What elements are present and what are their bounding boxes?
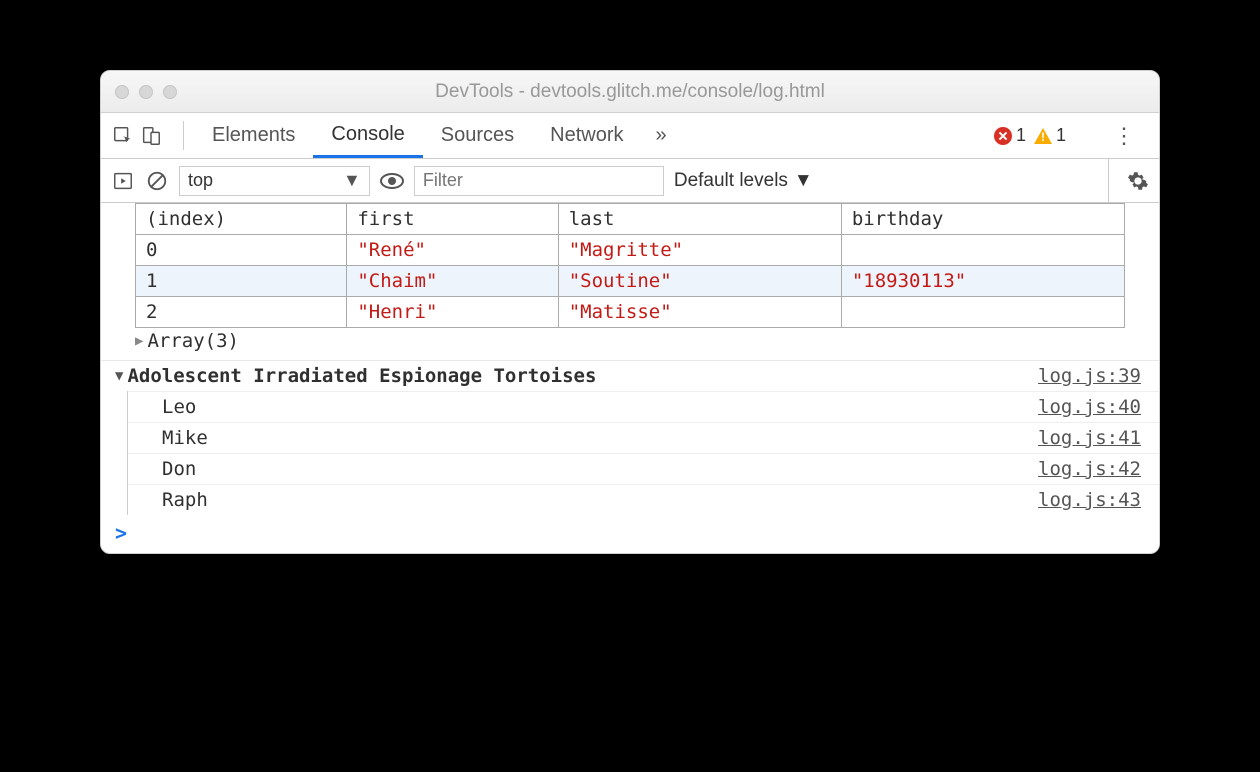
col-last[interactable]: last <box>558 204 841 235</box>
tab-elements[interactable]: Elements <box>194 113 313 158</box>
window-title: DevTools - devtools.glitch.me/console/lo… <box>101 81 1159 103</box>
console-table: (index) first last birthday 0 "René" "Ma… <box>135 203 1125 328</box>
log-row[interactable]: Raph log.js:43 <box>128 484 1159 515</box>
log-text: Mike <box>162 427 208 449</box>
cell-index: 0 <box>136 235 347 266</box>
group-header[interactable]: ▼ Adolescent Irradiated Espionage Tortoi… <box>101 361 1159 391</box>
warning-icon <box>1034 128 1052 144</box>
inspect-element-icon[interactable] <box>111 124 135 148</box>
group-title: Adolescent Irradiated Espionage Tortoise… <box>127 365 596 387</box>
warning-count-value: 1 <box>1056 125 1066 146</box>
col-birthday[interactable]: birthday <box>841 204 1124 235</box>
cell-birthday <box>841 297 1124 328</box>
tab-network[interactable]: Network <box>532 113 641 158</box>
error-count[interactable]: 1 <box>994 125 1026 146</box>
log-levels-select[interactable]: Default levels ▼ <box>674 170 813 192</box>
table-row[interactable]: 1 "Chaim" "Soutine" "18930113" <box>136 266 1125 297</box>
log-text: Raph <box>162 489 208 511</box>
cell-last: "Magritte" <box>558 235 841 266</box>
traffic-lights <box>115 85 177 99</box>
kebab-menu-icon[interactable]: ⋮ <box>1103 123 1145 149</box>
warning-count[interactable]: 1 <box>1034 125 1066 146</box>
cell-birthday: "18930113" <box>841 266 1124 297</box>
console-toolbar: top ▼ Default levels ▼ <box>101 159 1159 203</box>
live-expression-icon[interactable] <box>380 169 404 193</box>
device-toolbar-icon[interactable] <box>139 124 163 148</box>
col-index[interactable]: (index) <box>136 204 347 235</box>
error-icon <box>994 127 1012 145</box>
context-value: top <box>188 170 213 191</box>
console-output: (index) first last birthday 0 "René" "Ma… <box>101 203 1159 553</box>
array-summary: Array(3) <box>147 330 239 352</box>
cell-last: "Matisse" <box>558 297 841 328</box>
log-row[interactable]: Don log.js:42 <box>128 453 1159 484</box>
console-group: ▼ Adolescent Irradiated Espionage Tortoi… <box>101 360 1159 515</box>
divider <box>183 121 184 150</box>
source-ref[interactable]: log.js:40 <box>1038 396 1141 418</box>
zoom-window-icon[interactable] <box>163 85 177 99</box>
source-ref[interactable]: log.js:43 <box>1038 489 1141 511</box>
levels-label: Default levels <box>674 170 788 192</box>
gear-icon <box>1127 170 1149 192</box>
source-ref[interactable]: log.js:39 <box>1038 365 1141 387</box>
filter-input[interactable] <box>414 166 664 196</box>
more-tabs-button[interactable]: » <box>642 113 681 158</box>
col-first[interactable]: first <box>347 204 558 235</box>
cell-first: "René" <box>347 235 558 266</box>
tabs: Elements Console Sources Network <box>194 113 642 158</box>
devtools-window: DevTools - devtools.glitch.me/console/lo… <box>100 70 1160 554</box>
chevron-down-icon: ▼ <box>343 170 361 191</box>
titlebar: DevTools - devtools.glitch.me/console/lo… <box>101 71 1159 113</box>
log-text: Leo <box>162 396 196 418</box>
console-prompt[interactable]: > <box>101 515 1159 545</box>
context-select[interactable]: top ▼ <box>179 166 370 196</box>
cell-birthday <box>841 235 1124 266</box>
log-row[interactable]: Mike log.js:41 <box>128 422 1159 453</box>
table-footer[interactable]: ▶ Array(3) <box>101 328 1159 354</box>
source-ref[interactable]: log.js:42 <box>1038 458 1141 480</box>
close-window-icon[interactable] <box>115 85 129 99</box>
toggle-sidebar-icon[interactable] <box>111 169 135 193</box>
group-body: Leo log.js:40 Mike log.js:41 Don log.js:… <box>127 391 1159 515</box>
cell-index: 2 <box>136 297 347 328</box>
tab-console[interactable]: Console <box>313 113 422 158</box>
cell-last: "Soutine" <box>558 266 841 297</box>
log-row[interactable]: Leo log.js:40 <box>128 391 1159 422</box>
cell-index: 1 <box>136 266 347 297</box>
chevron-down-icon: ▼ <box>794 170 813 192</box>
tab-sources[interactable]: Sources <box>423 113 532 158</box>
source-ref[interactable]: log.js:41 <box>1038 427 1141 449</box>
table-row[interactable]: 2 "Henri" "Matisse" <box>136 297 1125 328</box>
cell-first: "Henri" <box>347 297 558 328</box>
cell-first: "Chaim" <box>347 266 558 297</box>
main-tabbar: Elements Console Sources Network » 1 1 ⋮ <box>101 113 1159 159</box>
error-count-value: 1 <box>1016 125 1026 146</box>
table-row[interactable]: 0 "René" "Magritte" <box>136 235 1125 266</box>
console-settings[interactable] <box>1108 159 1149 202</box>
expand-icon: ▶ <box>135 333 143 349</box>
collapse-icon: ▼ <box>115 368 123 384</box>
log-text: Don <box>162 458 196 480</box>
clear-console-icon[interactable] <box>145 169 169 193</box>
minimize-window-icon[interactable] <box>139 85 153 99</box>
